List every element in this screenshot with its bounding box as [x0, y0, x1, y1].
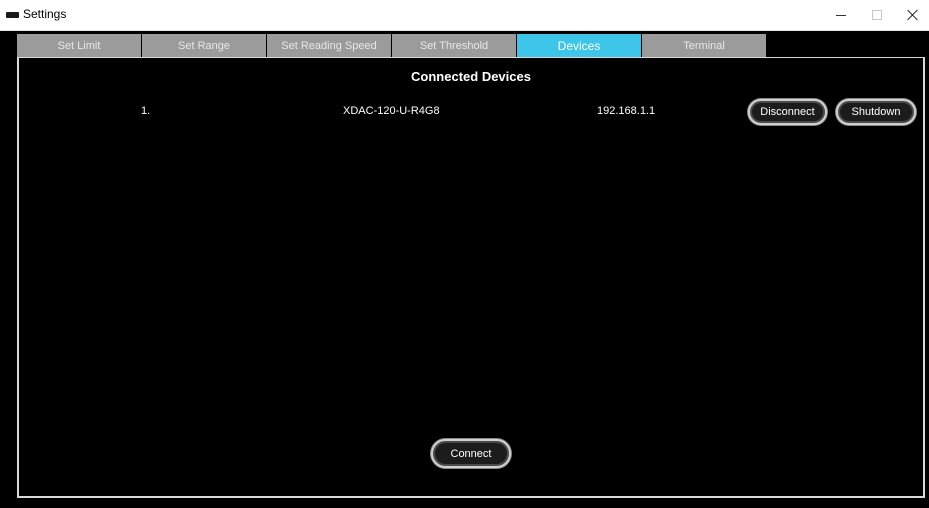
minimize-icon [836, 14, 846, 16]
maximize-icon [872, 10, 882, 20]
device-row: 1. XDAC-120-U-R4G8 192.168.1.1 Disconnec… [19, 98, 923, 126]
close-button[interactable] [895, 0, 929, 30]
minimize-button[interactable] [823, 0, 859, 30]
maximize-button[interactable] [859, 0, 895, 30]
window-title: Settings [23, 7, 67, 21]
tab-devices[interactable]: Devices [517, 34, 641, 57]
tab-set-threshold[interactable]: Set Threshold [392, 34, 516, 57]
device-ip: 192.168.1.1 [597, 105, 656, 117]
tab-bar: Set Limit Set Range Set Reading Speed Se… [17, 34, 767, 57]
close-icon [907, 9, 919, 21]
tab-set-range[interactable]: Set Range [142, 34, 266, 57]
connect-button[interactable]: Connect [431, 439, 511, 468]
panel-title: Connected Devices [411, 69, 531, 84]
settings-window: Settings Set Limit Set Range Set Reading… [0, 0, 929, 508]
device-name: XDAC-120-U-R4G8 [343, 105, 440, 117]
app-icon [6, 12, 19, 18]
device-index: 1. [141, 105, 151, 117]
tab-terminal[interactable]: Terminal [642, 34, 766, 57]
disconnect-button[interactable]: Disconnect [748, 99, 827, 125]
title-bar[interactable]: Settings [0, 0, 929, 31]
shutdown-button[interactable]: Shutdown [836, 99, 916, 125]
tab-set-reading-speed[interactable]: Set Reading Speed [267, 34, 391, 57]
devices-panel: Connected Devices 1. XDAC-120-U-R4G8 192… [17, 57, 925, 498]
tab-set-limit[interactable]: Set Limit [17, 34, 141, 57]
